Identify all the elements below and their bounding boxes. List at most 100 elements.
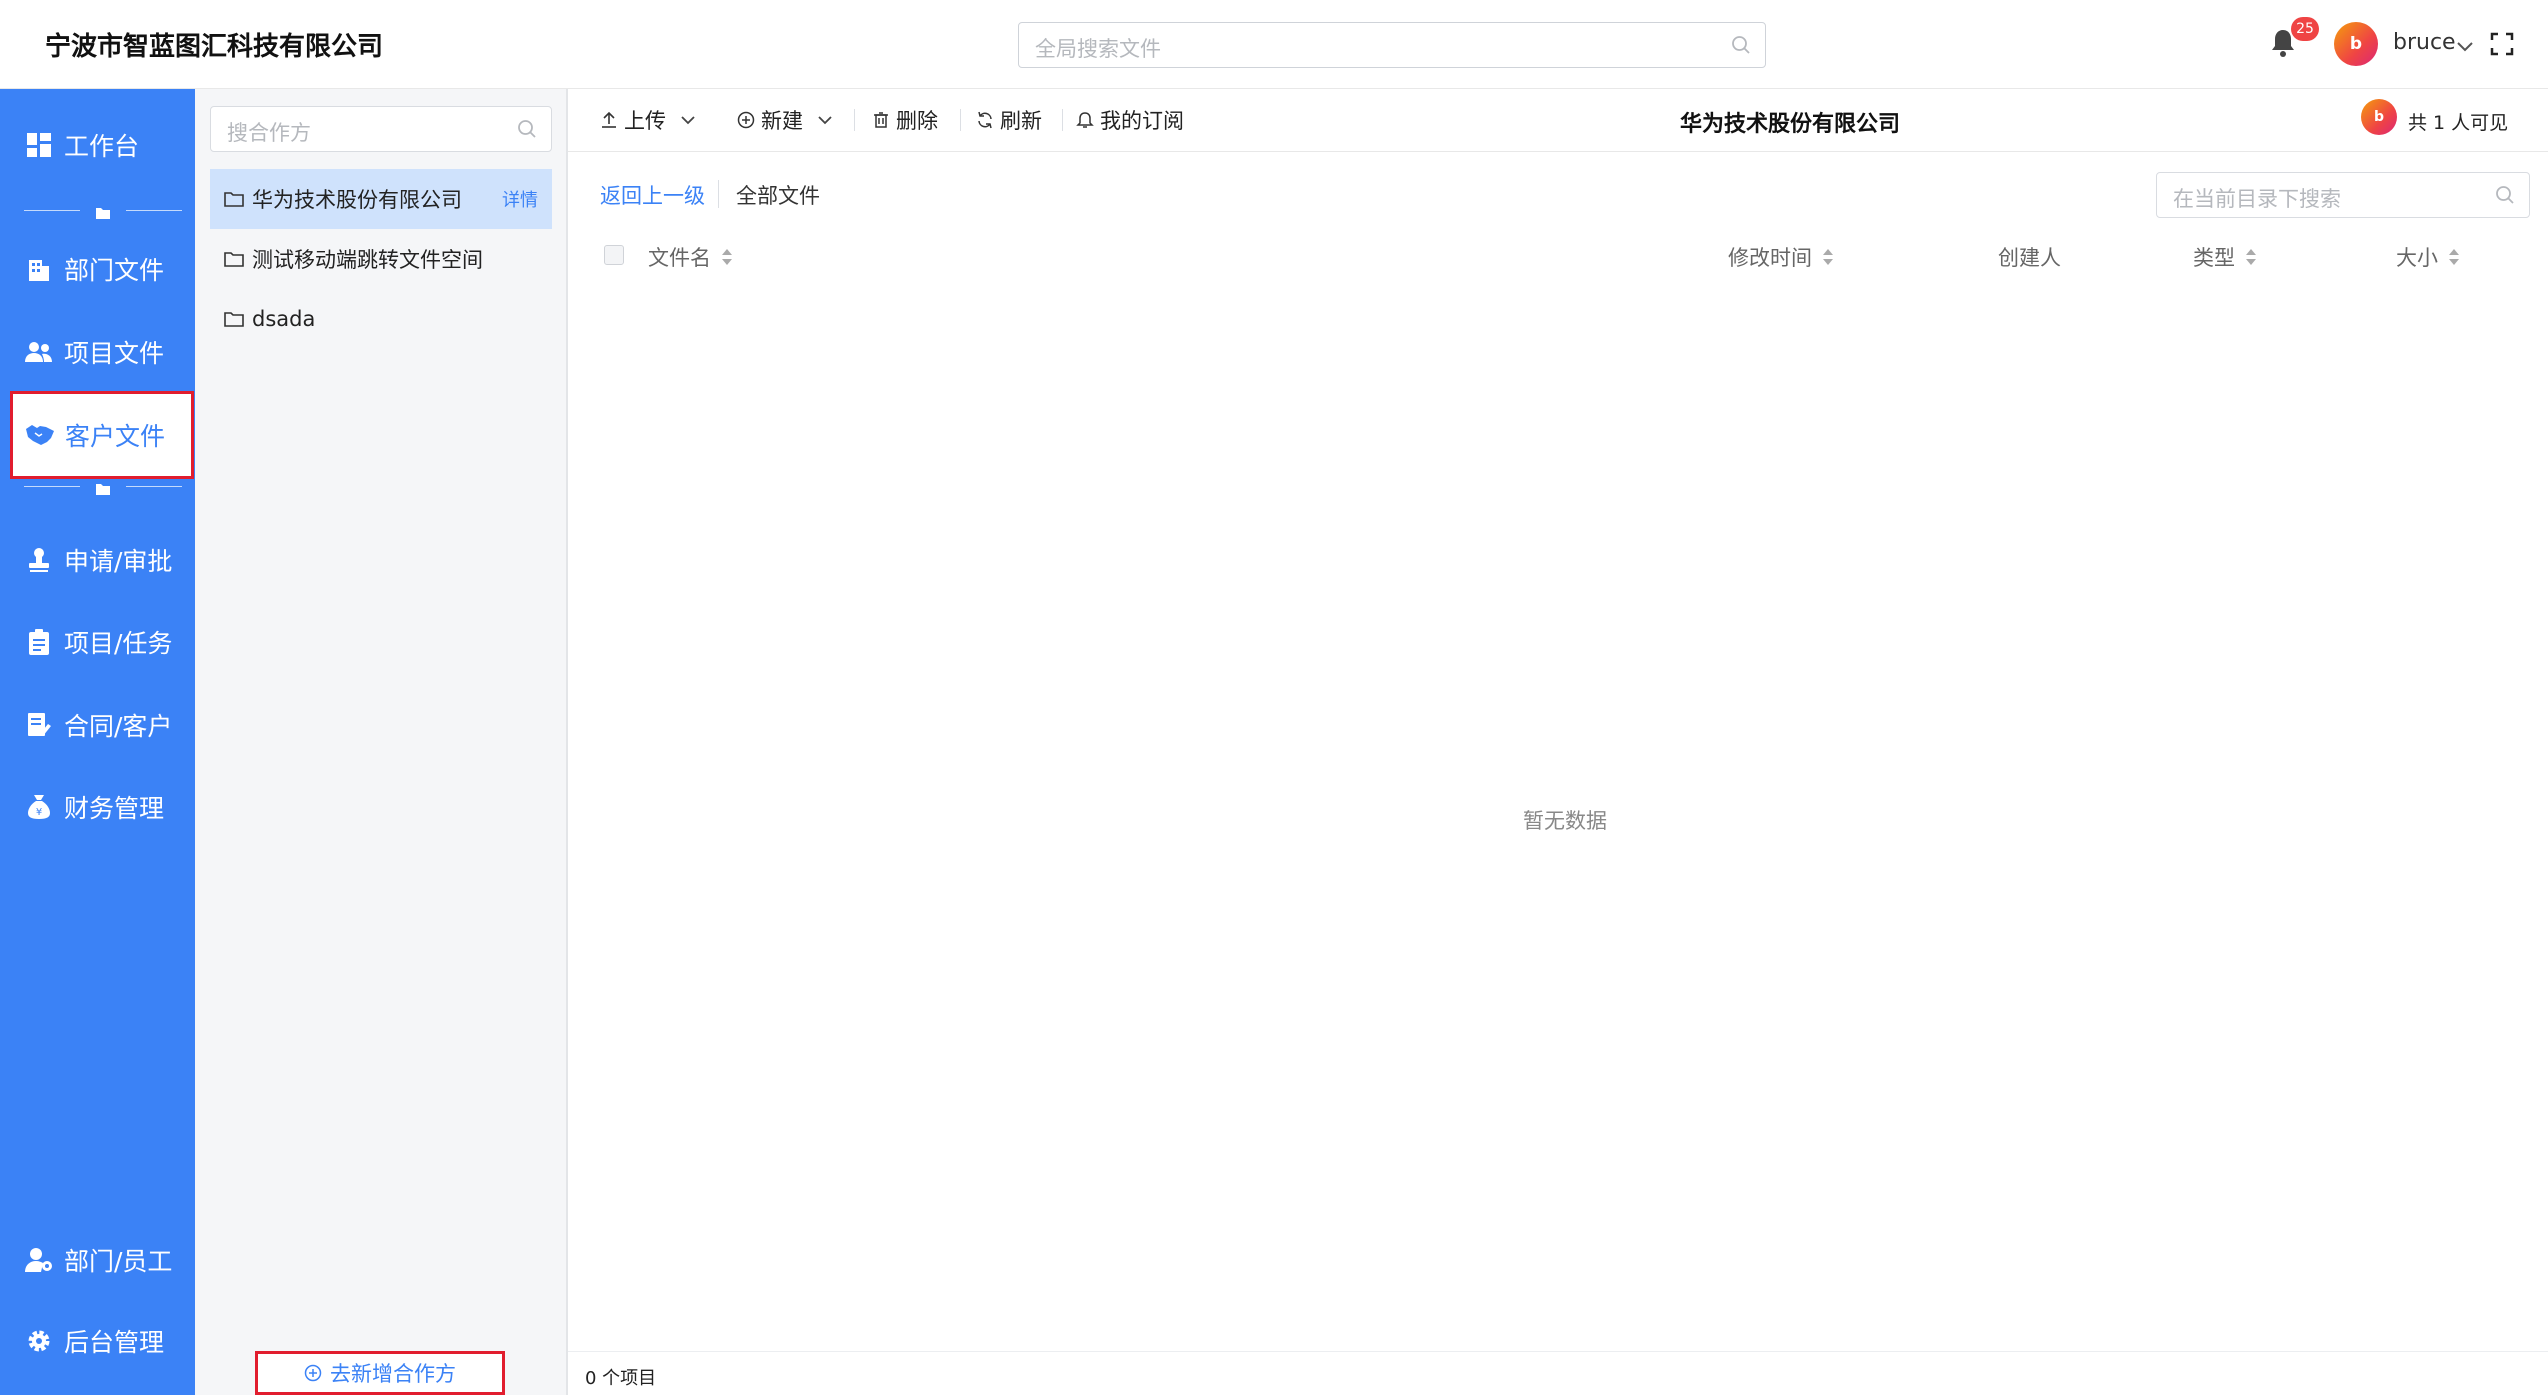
notification-count-badge: 25 <box>2291 17 2319 41</box>
sort-icon <box>1822 248 1834 266</box>
sidebar-item-finance[interactable]: ¥ 财务管理 <box>0 777 195 837</box>
sidebar-item-workbench[interactable]: 工作台 <box>0 115 195 175</box>
partner-item-label: dsada <box>252 307 316 331</box>
select-all-checkbox[interactable] <box>604 245 624 265</box>
delete-button[interactable]: 删除 <box>872 105 938 135</box>
partner-item[interactable]: 测试移动端跳转文件空间 <box>210 229 552 289</box>
sidebar-divider <box>24 479 182 495</box>
sidebar-item-label: 部门文件 <box>64 256 165 285</box>
partner-search-placeholder: 搜合作方 <box>227 121 311 145</box>
new-button[interactable]: 新建 <box>737 105 833 135</box>
status-footer: 0 个项目 <box>568 1351 2548 1395</box>
sidebar-divider <box>24 203 182 219</box>
sidebar-item-projects-tasks[interactable]: 项目/任务 <box>0 612 195 672</box>
partner-item[interactable]: 华为技术股份有限公司 详情 <box>210 169 552 229</box>
column-header-size[interactable]: 大小 <box>2396 242 2460 272</box>
breadcrumb-all-files[interactable]: 全部文件 <box>736 180 820 210</box>
bell-icon <box>1076 111 1094 129</box>
empty-state-text: 暂无数据 <box>1523 809 1607 833</box>
new-label: 新建 <box>761 109 803 133</box>
file-browser: 上传 新建 删除 刷新 我的订阅 华为技术股份有限公司 b 共 1 人可见 返回… <box>568 89 2548 1395</box>
breadcrumb-divider <box>718 180 719 208</box>
search-icon <box>2495 185 2515 209</box>
partner-item-label: 华为技术股份有限公司 <box>252 188 462 212</box>
gear-icon <box>24 1326 54 1356</box>
sort-icon <box>2245 248 2257 266</box>
svg-text:¥: ¥ <box>36 807 42 818</box>
building-icon <box>24 254 54 284</box>
upload-label: 上传 <box>624 109 666 133</box>
toolbar-divider <box>960 109 961 131</box>
sidebar-item-contracts-customers[interactable]: 合同/客户 <box>0 695 195 755</box>
visibility-avatar: b <box>2361 99 2397 135</box>
sidebar-item-project-files[interactable]: 项目文件 <box>0 322 195 382</box>
partner-panel: 搜合作方 华为技术股份有限公司 详情 测试移动端跳转文件空间 dsada 去新增… <box>195 89 568 1395</box>
clipboard-icon <box>24 627 54 657</box>
add-partner-label: 去新增合作方 <box>330 1362 456 1386</box>
contract-icon <box>24 710 54 740</box>
partner-item[interactable]: dsada <box>210 289 552 349</box>
money-bag-icon: ¥ <box>24 792 54 822</box>
sidebar-item-label: 项目/任务 <box>64 629 173 658</box>
username[interactable]: bruce <box>2393 30 2456 55</box>
sidebar-item-admin[interactable]: 后台管理 <box>0 1311 195 1371</box>
company-name: 宁波市智蓝图汇科技有限公司 <box>45 32 384 62</box>
refresh-icon <box>976 111 994 129</box>
dashboard-icon <box>24 130 54 160</box>
chevron-down-icon[interactable] <box>680 115 696 125</box>
delete-label: 删除 <box>896 109 938 133</box>
user-settings-icon <box>24 1245 54 1275</box>
plus-circle-icon <box>737 111 755 129</box>
folder-icon <box>224 191 244 207</box>
partner-detail-link[interactable]: 详情 <box>502 186 538 212</box>
upload-icon <box>600 111 618 129</box>
column-header-type[interactable]: 类型 <box>2193 242 2257 272</box>
refresh-button[interactable]: 刷新 <box>976 105 1042 135</box>
directory-search-placeholder: 在当前目录下搜索 <box>2173 187 2341 211</box>
folder-title: 华为技术股份有限公司 <box>1680 112 1901 137</box>
file-toolbar: 上传 新建 删除 刷新 我的订阅 华为技术股份有限公司 b 共 1 人可见 <box>568 89 2548 152</box>
folder-icon <box>96 480 110 499</box>
folder-icon <box>96 204 110 223</box>
add-partner-button[interactable]: 去新增合作方 <box>255 1351 505 1395</box>
sidebar-item-approval[interactable]: 申请/审批 <box>0 530 195 590</box>
item-count: 0 个项目 <box>585 1368 657 1389</box>
plus-circle-icon <box>304 1364 322 1382</box>
column-header-creator: 创建人 <box>1998 246 2061 270</box>
sort-icon <box>721 248 733 266</box>
search-icon <box>517 119 537 143</box>
global-search-input[interactable]: 全局搜索文件 <box>1018 22 1766 68</box>
directory-search-input[interactable]: 在当前目录下搜索 <box>2156 172 2530 218</box>
visibility-text[interactable]: 共 1 人可见 <box>2408 108 2508 135</box>
sort-icon <box>2448 248 2460 266</box>
partner-item-label: 测试移动端跳转文件空间 <box>252 248 483 272</box>
sidebar-item-label: 部门/员工 <box>64 1247 173 1276</box>
sidebar-item-department-files[interactable]: 部门文件 <box>0 239 195 299</box>
chevron-down-icon[interactable] <box>2456 38 2474 57</box>
top-header: 宁波市智蓝图汇科技有限公司 全局搜索文件 25 b bruce <box>0 0 2548 89</box>
sidebar-item-label: 合同/客户 <box>64 712 173 741</box>
folder-icon <box>224 311 244 327</box>
fullscreen-icon[interactable] <box>2490 32 2514 60</box>
sidebar-item-label: 后台管理 <box>64 1328 165 1357</box>
partner-search-input[interactable]: 搜合作方 <box>210 106 552 152</box>
column-header-name[interactable]: 文件名 <box>648 242 733 272</box>
column-header-modified[interactable]: 修改时间 <box>1728 242 1834 272</box>
sidebar-item-label: 工作台 <box>64 132 140 161</box>
back-link[interactable]: 返回上一级 <box>600 180 705 210</box>
sidebar-item-label: 客户文件 <box>65 422 166 451</box>
chevron-down-icon[interactable] <box>817 115 833 125</box>
main-sidebar: 工作台 部门文件 项目文件 客户文件 申请/审批 项目/任务 合同/客户 ¥ 财… <box>0 89 195 1395</box>
sidebar-item-label: 财务管理 <box>64 794 165 823</box>
refresh-label: 刷新 <box>1000 109 1042 133</box>
sidebar-item-departments-staff[interactable]: 部门/员工 <box>0 1230 195 1290</box>
user-avatar[interactable]: b <box>2334 22 2378 66</box>
upload-button[interactable]: 上传 <box>600 105 696 135</box>
file-table-header: 文件名 修改时间 创建人 类型 大小 <box>568 234 2548 276</box>
subscribe-label: 我的订阅 <box>1100 109 1184 133</box>
trash-icon <box>872 111 890 129</box>
subscribe-button[interactable]: 我的订阅 <box>1076 105 1184 135</box>
sidebar-item-customer-files[interactable]: 客户文件 <box>10 391 194 479</box>
toolbar-divider <box>854 109 855 131</box>
handshake-icon <box>25 420 55 450</box>
